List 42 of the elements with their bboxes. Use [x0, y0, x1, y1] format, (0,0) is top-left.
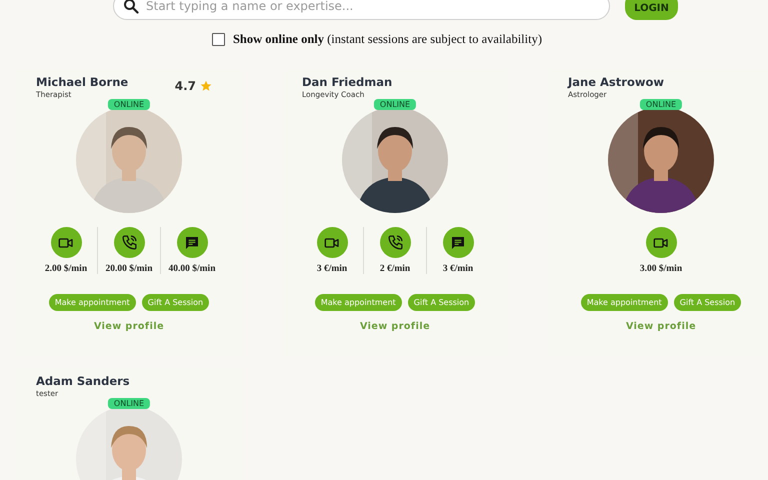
phone-icon: [386, 234, 404, 251]
appointment-button[interactable]: Make appointment: [48, 294, 136, 311]
price-label: 3 €/min: [316, 264, 348, 274]
search-icon: [123, 0, 139, 14]
chat-icon: [450, 234, 466, 250]
chat-call-button[interactable]: [442, 227, 474, 258]
price-label: 20.00 $/min: [106, 264, 152, 274]
chat-icon: [184, 234, 200, 250]
view-profile-link[interactable]: View profile: [626, 321, 696, 332]
view-profile-link[interactable]: View profile: [360, 321, 430, 332]
video-call-button[interactable]: [646, 227, 676, 258]
online-badge: ONLINE: [108, 99, 150, 110]
search-field[interactable]: Start typing a name or expertise...: [113, 0, 610, 20]
chat-call-button[interactable]: [176, 227, 208, 258]
appointment-button[interactable]: Make appointment: [314, 294, 402, 311]
video-call-button[interactable]: [316, 227, 348, 258]
price-label: 2.00 $/min: [44, 264, 88, 274]
price-label: 40.00 $/min: [168, 264, 216, 274]
gift-button[interactable]: Gift A Session: [408, 294, 476, 311]
appointment-button[interactable]: Make appointment: [580, 294, 668, 311]
video-call-button[interactable]: [50, 227, 82, 258]
filter-label: Show online only (instant sessions are subject to availability): [232, 32, 542, 47]
star-icon: [200, 80, 212, 92]
expert-name: Adam Sanders: [36, 374, 130, 388]
view-profile-link[interactable]: View profile: [94, 321, 164, 332]
price-label: 3 €/min: [442, 264, 474, 274]
online-badge: ONLINE: [374, 99, 416, 110]
phone-call-button[interactable]: [114, 227, 144, 258]
login-button[interactable]: LOGIN: [625, 0, 678, 20]
online-badge: ONLINE: [640, 99, 682, 110]
phone-icon: [120, 234, 138, 251]
phone-call-button[interactable]: [380, 227, 410, 258]
online-badge: ONLINE: [108, 398, 150, 409]
rating-value: 4.7: [174, 79, 196, 93]
gift-button[interactable]: Gift A Session: [142, 294, 210, 311]
gift-button[interactable]: Gift A Session: [674, 294, 742, 311]
price-label: 2 €/min: [380, 264, 410, 274]
expert-name: Jane Astrowow: [568, 75, 664, 89]
expert-name: Dan Friedman: [302, 75, 392, 89]
price-label: 3.00 $/min: [640, 264, 682, 274]
expert-name: Michael Borne: [36, 75, 128, 89]
checkbox[interactable]: [212, 33, 225, 46]
